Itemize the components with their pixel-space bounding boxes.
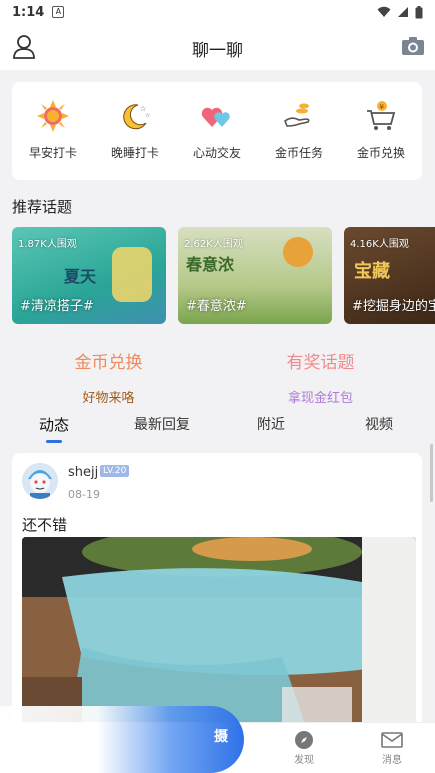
topic-card[interactable]: 夏天 1.87K人围观 #清凉搭子#	[12, 227, 166, 324]
promo-title: 有奖话题	[286, 353, 355, 373]
topic-views: 4.16K人围观	[350, 239, 409, 250]
tab-latest-replies[interactable]: 最新回复	[117, 414, 207, 434]
checkin-label: 晚睡打卡	[110, 146, 159, 160]
tab-nearby[interactable]: 附近	[226, 414, 316, 434]
checkin-item-coin-exchange[interactable]: ¥ 金币兑换	[340, 82, 422, 180]
nav-label: 发现	[294, 755, 314, 766]
checkin-label: 早安打卡	[28, 146, 77, 160]
topic-carousel[interactable]: 夏天 1.87K人围观 #清凉搭子# 春意浓 2.62K人围观 #春意浓# 宝藏…	[12, 227, 435, 324]
promo-title: 金币兑换	[74, 353, 143, 373]
wifi-icon	[377, 6, 391, 17]
shopping-cart-icon: ¥	[363, 98, 399, 134]
checkin-card: 早安打卡 ☆ ☆ 晚睡打卡 心动交友 金币任务 ¥ 金币兑换	[12, 82, 422, 180]
topic-illustration	[283, 237, 313, 267]
tab-video[interactable]: 视频	[334, 414, 424, 434]
scrollbar[interactable]	[430, 444, 433, 502]
tab-active-indicator	[46, 440, 62, 443]
svg-text:¥: ¥	[380, 103, 385, 111]
topic-name: #清凉搭子#	[20, 299, 94, 314]
topic-views: 1.87K人围观	[18, 239, 77, 250]
checkin-item-coin-task[interactable]: 金币任务	[258, 82, 340, 180]
status-icons	[377, 5, 423, 19]
post-date: 08-19	[68, 488, 100, 501]
topic-views: 2.62K人围观	[184, 239, 243, 250]
topic-card[interactable]: 春意浓 2.62K人围观 #春意浓#	[178, 227, 332, 324]
app-header: 聊一聊	[0, 24, 435, 70]
camera-button[interactable]	[401, 36, 425, 58]
svg-text:☆: ☆	[145, 112, 150, 119]
battery-icon	[415, 5, 423, 18]
checkin-label: 金币兑换	[356, 146, 405, 160]
page-title: 聊一聊	[192, 41, 243, 61]
signal-icon	[398, 7, 408, 17]
topic-decoration: 宝藏	[354, 261, 390, 282]
checkin-label: 心动交友	[192, 146, 241, 160]
feed-tabs: 动态 最新回复 附近 视频	[0, 410, 435, 444]
promo-reward-topic[interactable]: 有奖话题 拿现金红包	[212, 348, 429, 406]
moon-icon: ☆ ☆	[117, 98, 153, 134]
nav-messages[interactable]: 消息	[362, 729, 422, 766]
promo-subtitle: 拿现金红包	[287, 391, 353, 406]
topic-name: #春意浓#	[186, 299, 247, 314]
topic-decoration: 春意浓	[186, 255, 235, 274]
tab-feed[interactable]: 动态	[9, 414, 99, 435]
checkin-label: 金币任务	[274, 146, 323, 160]
mail-icon	[362, 729, 422, 751]
hearts-icon	[199, 98, 235, 134]
status-bar: 1:14 A	[0, 0, 435, 24]
avatar[interactable]	[22, 463, 58, 499]
capture-fab[interactable]	[0, 706, 244, 773]
status-time: 1:14	[12, 4, 45, 20]
notification-icon: A	[52, 6, 65, 18]
camera-icon	[402, 37, 424, 55]
topic-card[interactable]: 宝藏 4.16K人围观 #挖掘身边的宝	[344, 227, 435, 324]
checkin-item-dating[interactable]: 心动交友	[176, 82, 258, 180]
nav-discover[interactable]: 发现	[274, 729, 334, 766]
coin-hand-icon	[281, 98, 317, 134]
recommended-topics-title: 推荐话题	[12, 198, 73, 216]
checkin-item-morning[interactable]: 早安打卡	[12, 82, 94, 180]
nav-label: 消息	[382, 755, 402, 766]
promo-subtitle: 好物来咯	[82, 391, 135, 406]
topic-name: #挖掘身边的宝	[352, 299, 435, 314]
topic-decoration: 夏天	[64, 267, 97, 286]
capture-fab-label[interactable]: 摄	[214, 726, 228, 746]
compass-icon	[274, 729, 334, 751]
post-text: 还不错	[22, 516, 68, 534]
level-badge: LV.20	[100, 465, 130, 477]
promo-coin-exchange[interactable]: 金币兑换 好物来咯	[0, 348, 217, 406]
post-username[interactable]: shejj	[68, 465, 98, 480]
topic-illustration	[112, 247, 152, 302]
sun-icon	[35, 98, 71, 134]
checkin-item-night[interactable]: ☆ ☆ 晚睡打卡	[94, 82, 176, 180]
